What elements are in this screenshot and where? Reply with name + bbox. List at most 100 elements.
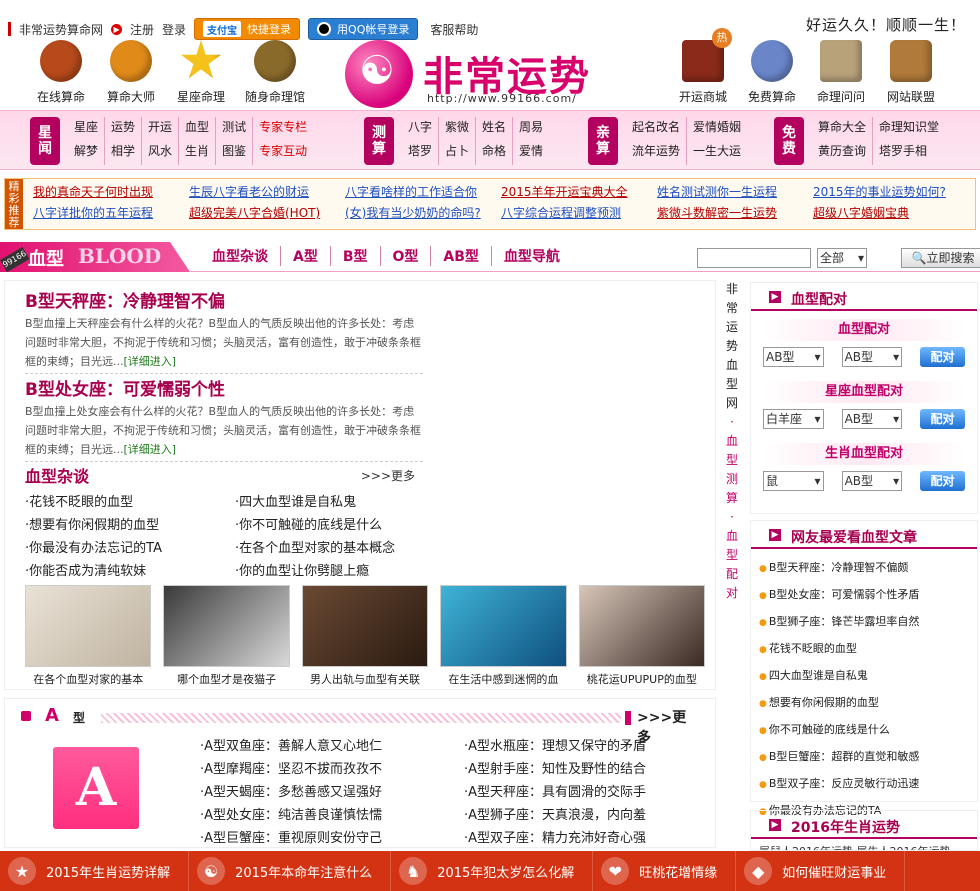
favorite-article-link[interactable]: B型处女座：可爱懦弱个性矛盾 <box>759 582 969 609</box>
pairing-select-a[interactable]: AB型 <box>763 347 824 367</box>
favorite-article-link[interactable]: 想要有你闲假期的血型 <box>759 690 969 717</box>
vertical-link-char[interactable]: · <box>722 508 742 527</box>
vertical-link-char[interactable]: 配 <box>722 565 742 584</box>
photo-caption[interactable]: 哪个血型才是夜猫子 <box>163 671 289 687</box>
bottom-promo-item[interactable]: ☯ 2015年本命年注意什么 <box>189 851 392 891</box>
type-a-article-link[interactable]: ·A型巨蟹座：重视原则安份守己 <box>200 827 464 846</box>
qq-login-button[interactable]: 用QQ帐号登录 <box>308 18 419 40</box>
photo-caption[interactable]: 男人出轨与血型有关联 <box>302 671 428 687</box>
recommend-link[interactable]: 2015年的事业运势如何? <box>813 183 969 200</box>
pairing-select-a[interactable]: 白羊座 <box>763 409 824 429</box>
nav-link[interactable]: 命理知识堂 <box>873 117 945 141</box>
tab-blood-nav[interactable]: 血型导航 <box>492 246 572 266</box>
photo-image[interactable] <box>163 585 290 667</box>
header-link-qa[interactable]: 命理问问 <box>806 40 876 105</box>
bottom-promo-item[interactable]: ◆ 如何催旺财运事业 <box>736 851 906 891</box>
misc-list-item[interactable]: ·你的血型让你劈腿上瘾 <box>235 560 445 579</box>
type-a-article-link[interactable]: ·A型射手座：知性及野性的结合 <box>464 758 720 777</box>
article-more-link[interactable]: [详细进入] <box>124 443 177 456</box>
vertical-link-char[interactable]: 血 <box>722 527 742 546</box>
vertical-link-char[interactable]: 测 <box>722 470 742 489</box>
favorite-article-link[interactable]: B型巨蟹座：超群的直觉和敏感 <box>759 744 969 771</box>
nav-link[interactable]: 八字 <box>402 117 440 141</box>
photo-caption[interactable]: 在各个血型对家的基本 <box>25 671 151 687</box>
recommend-link[interactable]: 2015羊年开运宝典大全 <box>501 183 657 200</box>
nav-link[interactable]: 塔罗 <box>402 141 440 165</box>
login-link[interactable]: 登录 <box>162 21 186 38</box>
vertical-link-char[interactable]: · <box>722 413 742 432</box>
pairing-select-a[interactable]: 鼠 <box>763 471 824 491</box>
bottom-promo-item[interactable]: ♞ 2015年犯太岁怎么化解 <box>391 851 594 891</box>
favorite-article-link[interactable]: 花钱不眨眼的血型 <box>759 636 969 663</box>
misc-list-item[interactable]: ·你不可触碰的底线是什么 <box>235 514 445 533</box>
photo-image[interactable] <box>578 585 706 667</box>
favorite-article-link[interactable]: B型天秤座：冷静理智不偏颇 <box>759 555 969 582</box>
photo-image[interactable] <box>440 585 567 667</box>
misc-list-item[interactable]: ·在各个血型对家的基本概念 <box>235 537 445 556</box>
photo-card[interactable]: 在各个血型对家的基本 <box>25 585 152 687</box>
nav-link[interactable]: 血型 <box>179 117 217 141</box>
pairing-select-b[interactable]: AB型 <box>841 471 903 491</box>
nav-link[interactable]: 周易 <box>513 117 549 141</box>
photo-card[interactable]: 桃花运UPUPUP的血型 <box>578 585 706 687</box>
pairing-select-b[interactable]: AB型 <box>841 409 903 429</box>
photo-card[interactable]: 男人出轨与血型有关联 <box>301 585 429 687</box>
nav-link[interactable]: 爱情婚姻 <box>687 117 747 141</box>
nav-link[interactable]: 占卜 <box>439 141 477 165</box>
site-logo[interactable]: 非常运势网 http://www.99166.com/ <box>345 40 625 158</box>
header-link-online-fortune[interactable]: 在线算命 <box>26 40 96 105</box>
article-more-link[interactable]: [详细进入] <box>124 355 177 368</box>
nav-link[interactable]: 开运 <box>142 117 180 141</box>
nav-link-expert-column[interactable]: 专家专栏 <box>253 117 313 141</box>
nav-link[interactable]: 黄历查询 <box>812 141 874 165</box>
recommend-link[interactable]: 八字综合运程调整预测 <box>501 204 657 221</box>
zodiac-line[interactable]: 属鼠人2016年运势 属牛人2016年运势 <box>751 839 977 850</box>
customer-service-link[interactable]: 客服帮助 <box>430 21 478 38</box>
photo-image[interactable] <box>25 585 152 667</box>
type-a-article-link[interactable]: ·A型水瓶座：理想又保守的矛盾 <box>464 735 720 754</box>
type-a-article-link[interactable]: ·A型处女座：纯洁善良谨慎怯懦 <box>200 804 464 823</box>
nav-link[interactable]: 测试 <box>216 117 254 141</box>
recommend-link[interactable]: 生辰八字看老公的财运 <box>189 183 345 200</box>
header-link-mobile-hall[interactable]: 随身命理馆 <box>240 40 310 105</box>
nav-link[interactable]: 姓名 <box>476 117 514 141</box>
recommend-link[interactable]: 我的真命天子何时出现 <box>33 183 189 200</box>
tab-blood-misc[interactable]: 血型杂谈 <box>200 246 281 266</box>
pairing-select-b[interactable]: AB型 <box>841 347 903 367</box>
photo-image[interactable] <box>301 585 429 667</box>
site-name-link[interactable]: 非常运势算命网 <box>19 21 103 38</box>
nav-link[interactable]: 解梦 <box>68 141 106 165</box>
header-link-master[interactable]: 算命大师 <box>96 40 166 105</box>
vertical-link-char[interactable]: 对 <box>722 584 742 603</box>
recommend-link[interactable]: (女)我有当少奶奶的命吗? <box>345 204 501 221</box>
search-button[interactable]: 🔍立即搜索 <box>901 248 980 268</box>
nav-link[interactable]: 运势 <box>105 117 143 141</box>
vertical-link-char[interactable]: 型 <box>722 546 742 565</box>
recommend-link[interactable]: 超级八字婚姻宝典 <box>813 204 969 221</box>
vertical-link-char[interactable]: 算 <box>722 489 742 508</box>
favorite-article-link[interactable]: B型狮子座：锋芒毕露坦率自然 <box>759 609 969 636</box>
misc-list-item[interactable]: ·四大血型谁是自私鬼 <box>235 491 445 510</box>
nav-link[interactable]: 命格 <box>476 141 514 165</box>
type-a-tile[interactable]: A <box>53 747 139 829</box>
photo-card[interactable]: 哪个血型才是夜猫子 <box>163 585 290 687</box>
search-input[interactable] <box>697 248 811 268</box>
header-link-alliance[interactable]: 网站联盟 <box>876 40 946 105</box>
recommend-link[interactable]: 姓名测试测你一生运程 <box>657 183 813 200</box>
recommend-link[interactable]: 八字看啥样的工作适合你 <box>345 183 501 200</box>
type-a-article-link[interactable]: ·A型摩羯座：坚忍不拔而孜孜不 <box>200 758 464 777</box>
misc-more-link[interactable]: >>>更多 <box>361 467 415 484</box>
article-title[interactable]: B型处女座：可爱懦弱个性 <box>25 375 423 400</box>
tab-type-b[interactable]: B型 <box>331 246 381 266</box>
misc-list-item[interactable]: ·花钱不眨眼的血型 <box>25 491 235 510</box>
nav-link[interactable]: 一生大运 <box>687 141 747 165</box>
tab-type-o[interactable]: O型 <box>381 246 432 266</box>
header-link-shop[interactable]: 热 开运商城 <box>668 28 738 105</box>
misc-list-item[interactable]: ·你最没有办法忘记的TA <box>25 537 235 556</box>
vertical-link-char[interactable]: 血 <box>722 432 742 451</box>
type-a-article-link[interactable]: ·A型双鱼座：善解人意又心地仁 <box>200 735 464 754</box>
tab-type-ab[interactable]: AB型 <box>431 246 492 266</box>
photo-caption[interactable]: 在生活中感到迷惘的血 <box>440 671 566 687</box>
search-category-select[interactable]: 全部 <box>817 248 867 268</box>
recommend-link[interactable]: 超级完美八字合婚(HOT) <box>189 204 345 221</box>
